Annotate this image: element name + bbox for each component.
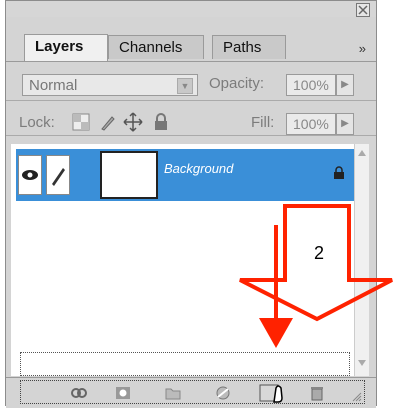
annotation-number: 2 [314,243,325,263]
tab-layers[interactable]: Layers [24,34,108,61]
